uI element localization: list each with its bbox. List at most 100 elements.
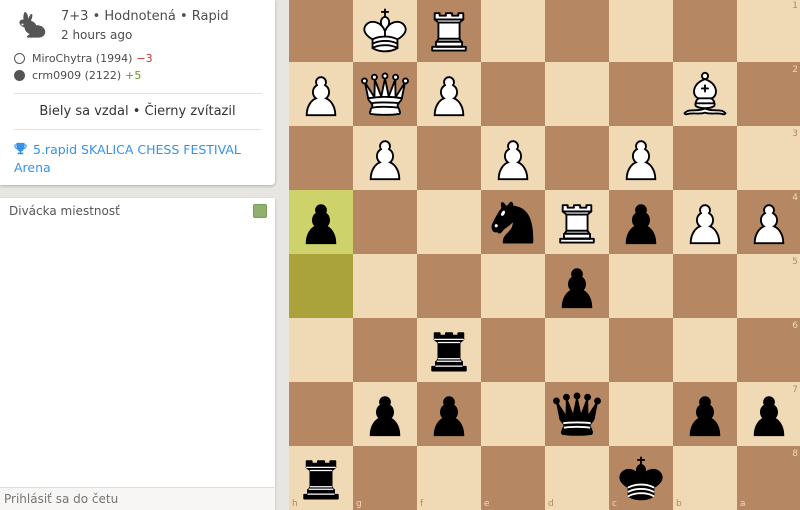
black-rook-icon[interactable] — [421, 322, 477, 378]
square-d3[interactable] — [545, 126, 609, 190]
white-rook-icon[interactable] — [549, 194, 605, 250]
black-pawn-icon[interactable] — [549, 258, 605, 314]
square-f1[interactable] — [417, 0, 481, 62]
square-c3[interactable] — [609, 126, 673, 190]
square-c7[interactable] — [609, 382, 673, 446]
black-king-icon[interactable] — [613, 450, 669, 506]
square-b3[interactable] — [673, 126, 737, 190]
chess-board[interactable]: 1234567 hgf edcb8a — [289, 0, 800, 510]
square-g5[interactable] — [353, 254, 417, 318]
white-pawn-icon[interactable] — [293, 66, 349, 122]
white-pawn-icon[interactable] — [741, 194, 797, 250]
square-h5[interactable] — [289, 254, 353, 318]
black-knight-icon[interactable] — [485, 194, 541, 250]
square-b1[interactable] — [673, 0, 737, 62]
square-g2[interactable] — [353, 62, 417, 126]
black-queen-icon[interactable] — [549, 386, 605, 442]
white-bishop-icon[interactable] — [677, 66, 733, 122]
square-h2[interactable] — [289, 62, 353, 126]
chat-input[interactable] — [0, 487, 275, 510]
square-c6[interactable] — [609, 318, 673, 382]
square-g1[interactable] — [353, 0, 417, 62]
square-g3[interactable] — [353, 126, 417, 190]
square-c2[interactable] — [609, 62, 673, 126]
square-c1[interactable] — [609, 0, 673, 62]
square-e3[interactable] — [481, 126, 545, 190]
white-pawn-icon[interactable] — [357, 130, 413, 186]
square-a5[interactable]: 5 — [737, 254, 800, 318]
square-a2[interactable]: 2 — [737, 62, 800, 126]
square-f2[interactable] — [417, 62, 481, 126]
square-f4[interactable] — [417, 190, 481, 254]
white-player[interactable]: MiroChytra (1994) −3 — [14, 52, 153, 65]
square-g7[interactable] — [353, 382, 417, 446]
square-a4[interactable]: 4 — [737, 190, 800, 254]
square-d6[interactable] — [545, 318, 609, 382]
white-queen-icon[interactable] — [357, 66, 413, 122]
square-h8[interactable]: h — [289, 446, 353, 510]
square-f6[interactable] — [417, 318, 481, 382]
black-pawn-icon[interactable] — [293, 194, 349, 250]
black-pawn-icon[interactable] — [421, 386, 477, 442]
tournament-link[interactable]: 5.rapid SKALICA CHESS FESTIVAL Arena — [14, 141, 264, 177]
square-h7[interactable] — [289, 382, 353, 446]
black-player[interactable]: crm0909 (2122) +5 — [14, 69, 141, 82]
file-label: f — [420, 499, 424, 509]
white-rook-icon[interactable] — [421, 2, 477, 58]
square-a3[interactable]: 3 — [737, 126, 800, 190]
square-b7[interactable] — [673, 382, 737, 446]
square-e6[interactable] — [481, 318, 545, 382]
square-d4[interactable] — [545, 190, 609, 254]
square-e7[interactable] — [481, 382, 545, 446]
square-d5[interactable] — [545, 254, 609, 318]
square-b6[interactable] — [673, 318, 737, 382]
black-pawn-icon[interactable] — [357, 386, 413, 442]
square-d1[interactable] — [545, 0, 609, 62]
chat-toggle-checkbox[interactable] — [253, 204, 267, 218]
square-g6[interactable] — [353, 318, 417, 382]
square-b2[interactable] — [673, 62, 737, 126]
square-f7[interactable] — [417, 382, 481, 446]
square-d2[interactable] — [545, 62, 609, 126]
rank-label: 8 — [792, 449, 798, 459]
square-e2[interactable] — [481, 62, 545, 126]
square-a8[interactable]: 8a — [737, 446, 800, 510]
divider — [14, 129, 262, 130]
square-h6[interactable] — [289, 318, 353, 382]
square-f8[interactable]: f — [417, 446, 481, 510]
black-pawn-icon[interactable] — [677, 386, 733, 442]
square-c8[interactable]: c — [609, 446, 673, 510]
white-pawn-icon[interactable] — [613, 130, 669, 186]
square-e5[interactable] — [481, 254, 545, 318]
square-b8[interactable]: b — [673, 446, 737, 510]
white-king-icon[interactable] — [357, 2, 413, 58]
square-f3[interactable] — [417, 126, 481, 190]
square-d7[interactable] — [545, 382, 609, 446]
square-f5[interactable] — [417, 254, 481, 318]
square-e8[interactable]: e — [481, 446, 545, 510]
square-g8[interactable]: g — [353, 446, 417, 510]
square-e4[interactable] — [481, 190, 545, 254]
tournament-name[interactable]: 5.rapid SKALICA CHESS FESTIVAL Arena — [14, 142, 241, 175]
square-g4[interactable] — [353, 190, 417, 254]
square-a6[interactable]: 6 — [737, 318, 800, 382]
square-h1[interactable] — [289, 0, 353, 62]
square-h4[interactable] — [289, 190, 353, 254]
square-b5[interactable] — [673, 254, 737, 318]
square-a7[interactable]: 7 — [737, 382, 800, 446]
black-rook-icon[interactable] — [293, 450, 349, 506]
square-e1[interactable] — [481, 0, 545, 62]
white-pawn-icon[interactable] — [421, 66, 477, 122]
black-player-name[interactable]: crm0909 (2122) — [32, 69, 121, 82]
white-pawn-icon[interactable] — [485, 130, 541, 186]
square-b4[interactable] — [673, 190, 737, 254]
white-pawn-icon[interactable] — [677, 194, 733, 250]
black-pawn-icon[interactable] — [741, 386, 797, 442]
square-a1[interactable]: 1 — [737, 0, 800, 62]
black-pawn-icon[interactable] — [613, 194, 669, 250]
square-d8[interactable]: d — [545, 446, 609, 510]
white-player-name[interactable]: MiroChytra (1994) — [32, 52, 132, 65]
square-c5[interactable] — [609, 254, 673, 318]
square-c4[interactable] — [609, 190, 673, 254]
square-h3[interactable] — [289, 126, 353, 190]
